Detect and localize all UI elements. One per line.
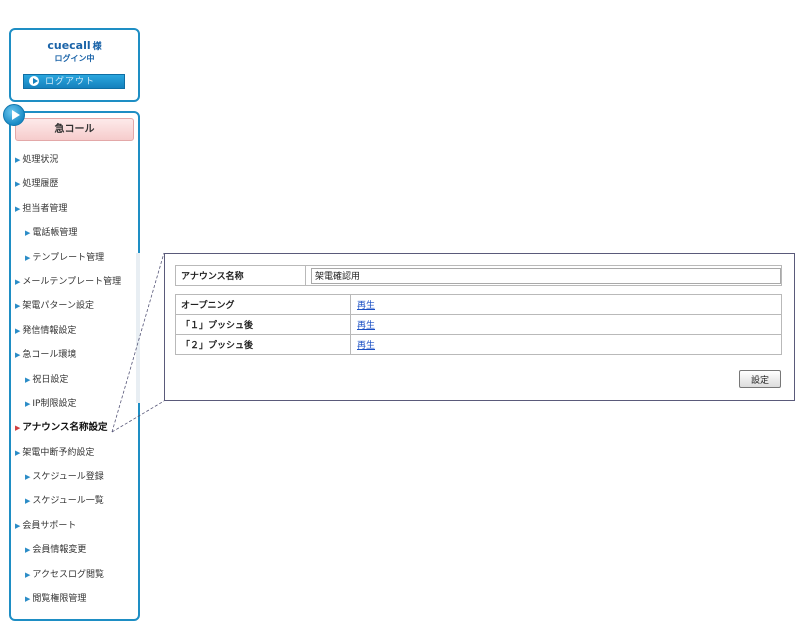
bullet-arrow-icon: ▶ — [15, 156, 21, 164]
sidebar-item-label: 処理履歴 — [22, 179, 59, 190]
sidebar-item[interactable]: ▶ メールテンプレート管理 — [11, 270, 138, 294]
table-row: 「２」プッシュ後 再生 — [175, 334, 782, 355]
bullet-arrow-icon: ▶ — [15, 351, 21, 360]
sidebar-item[interactable]: ▶ 祝日設定 — [11, 368, 138, 392]
sidebar-item-label: 処理状況 — [22, 155, 59, 165]
bullet-arrow-icon: ▶ — [25, 497, 31, 506]
sidebar-item[interactable]: ▶ 電話帳管理 — [11, 221, 138, 245]
bullet-arrow-icon: ▶ — [15, 448, 21, 457]
sidebar-item[interactable]: ▶ スケジュール登録 — [11, 465, 138, 489]
login-box: cuecall 様 ログイン中 ログアウト — [9, 28, 140, 102]
bullet-arrow-icon: ▶ — [25, 375, 31, 384]
bullet-arrow-icon: ▶ — [15, 302, 21, 311]
play-link-opening[interactable]: 再生 — [351, 301, 375, 311]
sidebar-item-label: メールテンプレート管理 — [22, 276, 122, 287]
sidebar-item[interactable]: ▶ IP制限設定 — [11, 392, 138, 416]
row-label-push2: 「２」プッシュ後 — [175, 334, 351, 355]
row-cell: 再生 — [350, 334, 782, 355]
sidebar-item-label: アナウンス名称設定 — [22, 422, 108, 434]
bullet-arrow-icon: ▶ — [15, 180, 21, 189]
bullet-arrow-icon: ▶ — [25, 595, 31, 604]
name-cell — [305, 265, 782, 286]
login-user: cuecall 様 — [11, 39, 138, 52]
sidebar-item-label: IP制限設定 — [32, 398, 77, 409]
honorific: 様 — [92, 42, 102, 52]
row-cell: 再生 — [350, 314, 782, 335]
bullet-arrow-icon: ▶ — [25, 253, 31, 262]
sidebar-item[interactable]: ▶ 処理履歴 — [11, 172, 138, 196]
sidebar-item[interactable]: ▶ 会員情報変更 — [11, 538, 138, 562]
play-link-push2[interactable]: 再生 — [351, 341, 375, 351]
table-row: 「１」プッシュ後 再生 — [175, 314, 782, 335]
username: cuecall — [47, 39, 91, 52]
sidebar-item[interactable]: ▶ 架電パターン設定 — [11, 294, 138, 318]
bullet-arrow-icon: ▶ — [15, 326, 21, 335]
play-link-push1[interactable]: 再生 — [351, 321, 375, 331]
bullet-arrow-icon: ▶ — [25, 570, 31, 579]
menu-header: 急コール — [15, 118, 134, 141]
row-cell: 再生 — [350, 294, 782, 315]
sidebar-item-label: 架電パターン設定 — [22, 301, 94, 312]
row-label-opening: オープニング — [175, 294, 351, 315]
sidebar-item-label: 急コール環境 — [22, 350, 77, 361]
table-row: オープニング 再生 — [175, 294, 782, 315]
sidebar-item[interactable]: ▶ 急コール環境 — [11, 343, 138, 367]
row-label-push1: 「１」プッシュ後 — [175, 314, 351, 335]
sidebar-item[interactable]: ▶ スケジュール一覧 — [11, 489, 138, 513]
play-icon — [29, 75, 39, 86]
bullet-arrow-icon: ▶ — [15, 424, 21, 433]
sidebar-item-label: 発信情報設定 — [22, 325, 77, 336]
sidebar-item-label: 架電中断予約設定 — [22, 447, 95, 458]
playback-table: オープニング 再生 「１」プッシュ後 再生 「２」プッシュ後 再生 — [175, 294, 782, 355]
name-label: アナウンス名称 — [175, 265, 306, 286]
sidebar-item[interactable]: ▶ アナウンス名称設定 — [11, 416, 138, 440]
sidebar-item-label: 会員情報変更 — [32, 545, 87, 556]
logout-label: ログアウト — [45, 76, 96, 86]
table-row: アナウンス名称 — [175, 265, 782, 286]
announce-name-input[interactable] — [311, 267, 781, 284]
sidebar-item[interactable]: ▶ 閲覧権限管理 — [11, 587, 138, 611]
sidebar-item[interactable]: ▶ 処理状況 — [11, 148, 138, 172]
sidebar-item-label: テンプレート管理 — [32, 252, 105, 263]
sidebar-item-label: スケジュール一覧 — [32, 496, 104, 507]
sidebar-item[interactable]: ▶ テンプレート管理 — [11, 246, 138, 270]
sidebar-item-label: 担当者管理 — [22, 203, 68, 214]
sidebar-item-label: 電話帳管理 — [32, 228, 78, 239]
bullet-arrow-icon: ▶ — [25, 546, 31, 555]
sidebar-item[interactable]: ▶ 会員サポート — [11, 514, 138, 538]
bullet-arrow-icon: ▶ — [15, 277, 21, 286]
menu-list: ▶ 処理状況 ▶ 処理履歴 ▶ 担当者管理 ▶ 電話帳管理 ▶ テンプレート管理 ▶ メールテンプレー… — [11, 148, 138, 611]
sidebar-item-label: スケジュール登録 — [32, 472, 104, 483]
sidebar-menu: 急コール ▶ 処理状況 ▶ 処理履歴 ▶ 担当者管理 ▶ 電話帳管理 ▶ テンプレート管理 ▶ メール… — [9, 111, 140, 621]
sidebar-item[interactable]: ▶ 架電中断予約設定 — [11, 441, 138, 465]
bullet-arrow-icon: ▶ — [15, 521, 21, 530]
sidebar-item-label: アクセスログ閲覧 — [32, 569, 104, 580]
sidebar-item[interactable]: ▶ 発信情報設定 — [11, 319, 138, 343]
sidebar-item[interactable]: ▶ 担当者管理 — [11, 197, 138, 221]
bullet-arrow-icon: ▶ — [25, 229, 31, 238]
bullet-arrow-icon: ▶ — [25, 399, 31, 408]
set-button[interactable]: 設定 — [739, 370, 781, 388]
announce-name-panel: アナウンス名称 オープニング 再生 「１」プッシュ後 再生 「２」プッシュ後 再… — [164, 253, 795, 401]
logout-button[interactable]: ログアウト — [23, 74, 125, 89]
login-status: ログイン中 — [54, 54, 95, 63]
sidebar-item-label: 会員サポート — [22, 520, 77, 531]
bullet-arrow-icon: ▶ — [15, 204, 21, 213]
sidebar-item-label: 祝日設定 — [32, 374, 69, 385]
menu-scroll-strip — [136, 253, 140, 403]
sidebar-item-label: 閲覧権限管理 — [32, 594, 87, 605]
name-table: アナウンス名称 — [175, 265, 782, 286]
bullet-arrow-icon: ▶ — [25, 473, 31, 482]
sidebar-item[interactable]: ▶ アクセスログ閲覧 — [11, 563, 138, 587]
menu-arrow-icon — [3, 104, 25, 126]
